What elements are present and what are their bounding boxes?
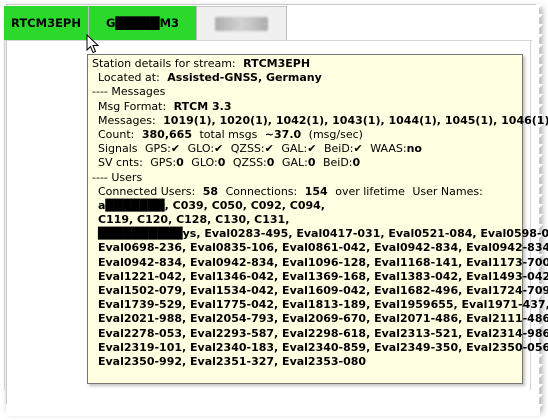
tab-stream-2[interactable]: G█████M3 <box>89 6 197 40</box>
tooltip-stream-row: Station details for stream: RTCM3EPH <box>92 57 311 70</box>
signal-gal: GAL:✔ <box>281 142 317 156</box>
count-value: 380,665 <box>141 127 192 141</box>
user-names-line: Eval2278-053, Eval2293-587, Eval2298-618… <box>92 327 548 341</box>
tab-label: ██████ <box>214 16 269 31</box>
sv-gps: GPS:0 <box>150 156 184 170</box>
sv-counts-row: SV cnts: GPS:0 GLO:0 QZSS:0 GAL:0 BeiD:0 <box>98 156 361 170</box>
check-icon: ✔ <box>170 142 181 156</box>
messages-header: ---- Messages <box>92 85 166 99</box>
user-names-text: Eval1739-529, Eval1775-042, Eval1813-189… <box>98 298 548 312</box>
panel-border-left <box>4 40 5 390</box>
signals-row: Signals GPS:✔ GLO:✔ QZSS:✔ GAL:✔ BeiD:✔ … <box>98 142 422 156</box>
sv-gal: GAL:0 <box>281 156 316 170</box>
user-names-text: Eval0698-236, Eval0835-106, Eval0861-042… <box>98 241 548 255</box>
tab-label: RTCM3EPH <box>11 16 81 30</box>
signal-gps: GPS:✔ <box>145 142 181 156</box>
user-names-text: Eval2319-101, Eval2340-183, Eval2340-859… <box>98 340 548 354</box>
msg-format-value: RTCM 3.3 <box>173 99 232 113</box>
station-location: Assisted-GNSS, Germany <box>167 71 322 85</box>
signal-waas: WAAS:no <box>370 142 422 156</box>
msg-format-row: Msg Format: RTCM 3.3 <box>98 99 232 113</box>
user-names-line: ██████████ys, Eval0283-495, Eval0417-031… <box>92 227 548 241</box>
user-names-line: Eval1502-079, Eval1534-042, Eval1609-042… <box>92 284 548 298</box>
user-names-text: Eval1502-079, Eval1534-042, Eval1609-042… <box>98 284 548 297</box>
user-names-text: C119, C120, C128, C130, C131, <box>98 213 290 227</box>
check-icon: ✔ <box>264 142 274 156</box>
user-names-line: C119, C120, C128, C130, C131, <box>92 213 522 227</box>
user-names-text: Eval1221-042, Eval1346-042, Eval1369-168… <box>98 269 548 283</box>
mouse-cursor-icon <box>86 34 100 54</box>
user-names-line: Eval1221-042, Eval1346-042, Eval1369-168… <box>92 270 548 284</box>
check-icon: ✔ <box>307 142 317 156</box>
signal-qzss: QZSS:✔ <box>230 142 274 156</box>
user-names-text: Eval2278-053, Eval2293-587, Eval2298-618… <box>98 326 548 340</box>
user-names-line: Eval0698-236, Eval0835-106, Eval0861-042… <box>92 241 548 255</box>
tab-rtcm3eph[interactable]: RTCM3EPH <box>4 6 89 40</box>
rate-value: ~37.0 <box>264 127 302 141</box>
user-names-text: a███████, C039, C050, C092, C094, <box>98 198 325 212</box>
signal-beid: BeiD:✔ <box>323 142 363 156</box>
tab-divider <box>4 40 532 41</box>
connections-value: 154 <box>304 184 328 198</box>
user-names-line: Eval2021-988, Eval2054-793, Eval2069-670… <box>92 312 548 326</box>
tab-stream-3[interactable]: ██████ <box>197 6 287 40</box>
user-names-line: Eval2350-992, Eval2351-327, Eval2353-080 <box>92 355 522 369</box>
sv-beid: BeiD:0 <box>322 156 361 170</box>
stream-tab-bar: RTCM3EPH G█████M3 ██████ <box>4 6 287 40</box>
tab-label: G█████M3 <box>105 16 180 30</box>
sv-glo: GLO:0 <box>191 156 226 170</box>
check-icon: ✔ <box>214 142 224 156</box>
messages-row: Messages: 1019(1), 1020(1), 1042(1), 104… <box>98 113 548 127</box>
user-names-text: Eval2350-992, Eval2351-327, Eval2353-080 <box>98 354 367 368</box>
station-details-tooltip: Station details for stream: RTCM3EPH Loc… <box>87 54 548 384</box>
sv-qzss: QZSS:0 <box>232 156 275 170</box>
user-names-text: Eval0942-834, Eval0942-834, Eval1096-128… <box>98 255 548 269</box>
count-row: Count: 380,665 total msgs ~37.0 (msg/sec… <box>98 127 363 141</box>
torn-edge-bottom <box>6 404 540 416</box>
user-names-text: Eval2021-988, Eval2054-793, Eval2069-670… <box>98 312 548 326</box>
signal-glo: GLO:✔ <box>187 142 224 156</box>
user-names-line: Eval1739-529, Eval1775-042, Eval1813-189… <box>92 298 548 312</box>
user-names-line: Eval2319-101, Eval2340-183, Eval2340-859… <box>92 341 548 355</box>
user-names-line: Eval0942-834, Eval0942-834, Eval1096-128… <box>92 256 548 270</box>
user-names-list: a███████, C039, C050, C092, C094, C119, C… <box>92 199 548 369</box>
tooltip-location-row: Located at: Assisted-GNSS, Germany <box>98 71 322 85</box>
stream-name: RTCM3EPH <box>243 57 311 70</box>
users-summary-row: Connected Users: 58 Connections: 154 ove… <box>98 184 483 198</box>
check-icon: ✔ <box>353 142 363 156</box>
connected-users-value: 58 <box>202 184 219 198</box>
users-header: ---- Users <box>92 170 143 184</box>
user-names-text: ██████████ys, Eval0283-495, Eval0417-031… <box>98 227 548 241</box>
messages-value: 1019(1), 1020(1), 1042(1), 1043(1), 1044… <box>163 113 548 127</box>
user-names-line: a███████, C039, C050, C092, C094, <box>92 199 522 213</box>
